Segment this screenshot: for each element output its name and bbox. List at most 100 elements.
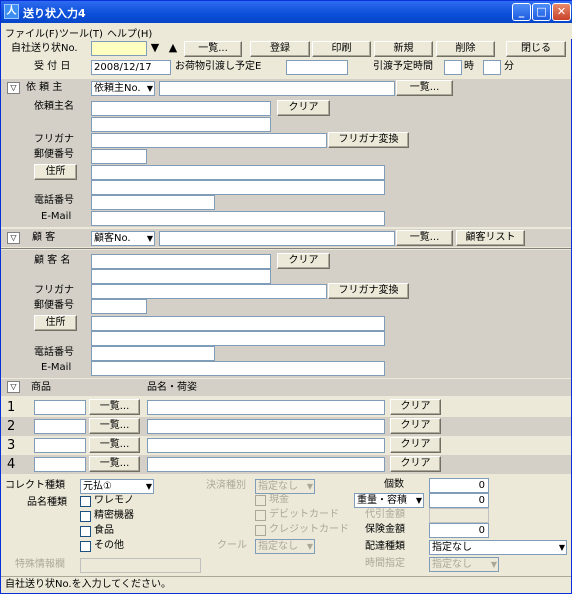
customer-address2-input[interactable]: [91, 331, 385, 346]
customer-no-select[interactable]: 顧客No.: [91, 231, 155, 246]
client-no-select[interactable]: 依頼主No.: [91, 81, 155, 96]
cool-select[interactable]: 指定なし: [255, 539, 315, 554]
precision-checkbox[interactable]: [80, 511, 91, 522]
close-window-button[interactable]: ✕: [552, 3, 571, 21]
special-info-input[interactable]: [80, 558, 201, 573]
cod-amount-input[interactable]: [429, 508, 489, 523]
client-address1-input[interactable]: [91, 165, 385, 180]
item-code-input[interactable]: [34, 419, 86, 434]
item-name-input[interactable]: [147, 457, 385, 472]
item-list-button[interactable]: 一覧...: [89, 418, 140, 434]
cash-checkbox[interactable]: [255, 495, 266, 506]
delete-button[interactable]: 削除: [436, 41, 495, 57]
items-collapse-toggle[interactable]: ▽: [7, 381, 20, 393]
item-clear-button[interactable]: クリア: [390, 437, 441, 453]
received-date-input[interactable]: 2008/12/17: [91, 60, 171, 75]
client-kana-input[interactable]: [91, 133, 327, 148]
customer-name-input[interactable]: [91, 254, 271, 269]
item-clear-button[interactable]: クリア: [390, 456, 441, 472]
menu-help[interactable]: ヘルプ(H): [107, 25, 152, 40]
item-code-input[interactable]: [34, 457, 86, 472]
status-text: 自社送り状No.を入力してください。: [5, 579, 172, 590]
received-date-label: 受 付 日: [34, 61, 71, 72]
register-button[interactable]: 登録: [250, 41, 310, 57]
item-list-button[interactable]: 一覧...: [89, 456, 140, 472]
item-list-button[interactable]: 一覧...: [89, 437, 140, 453]
customer-clear-button[interactable]: クリア: [277, 253, 330, 269]
insurance-amount-input[interactable]: 0: [429, 523, 489, 538]
menu-tools[interactable]: ツール(T): [59, 25, 103, 40]
weight-volume-input[interactable]: 0: [429, 493, 489, 508]
maximize-button[interactable]: □: [532, 3, 551, 21]
prev-arrow-button[interactable]: ▲: [165, 41, 181, 57]
customer-address-button[interactable]: 住所: [34, 315, 77, 331]
handover-minute-input[interactable]: [483, 60, 501, 75]
customer-list-button[interactable]: 一覧...: [396, 230, 453, 246]
slip-list-button[interactable]: 一覧...: [184, 41, 242, 57]
client-kana-convert-button[interactable]: フリガナ変換: [328, 132, 409, 148]
client-zip-label: 郵便番号: [34, 149, 74, 160]
client-no-input[interactable]: [159, 81, 395, 96]
item-list-button[interactable]: 一覧...: [89, 399, 140, 415]
payment-type-select[interactable]: 指定なし: [255, 479, 315, 494]
count-label: 個数: [384, 479, 404, 490]
client-collapse-toggle[interactable]: ▽: [7, 82, 20, 94]
customer-phone-input[interactable]: [91, 346, 215, 361]
close-button[interactable]: 閉じる: [506, 41, 566, 57]
item-name-input[interactable]: [147, 419, 385, 434]
customer-email-input[interactable]: [91, 361, 385, 376]
menu-file[interactable]: ファイル(F): [5, 25, 59, 40]
count-input[interactable]: 0: [429, 478, 489, 493]
credit-checkbox[interactable]: [255, 525, 266, 536]
client-list-button[interactable]: 一覧...: [396, 80, 453, 96]
next-arrow-button[interactable]: ▼: [147, 41, 163, 57]
customer-no-input[interactable]: [159, 231, 395, 246]
customer-kana-label: フリガナ: [34, 285, 74, 296]
item-code-input[interactable]: [34, 438, 86, 453]
food-checkbox[interactable]: [80, 526, 91, 537]
new-button[interactable]: 新規: [374, 41, 433, 57]
customer-collapse-toggle[interactable]: ▽: [7, 232, 20, 244]
fragile-checkbox[interactable]: [80, 496, 91, 507]
client-email-input[interactable]: [91, 211, 385, 226]
customer-phone-label: 電話番号: [34, 347, 74, 358]
fragile-label: ワレモノ: [94, 495, 134, 506]
slip-no-label: 自社送り状No.: [11, 43, 78, 54]
client-address2-input[interactable]: [91, 180, 385, 195]
debit-label: デビットカード: [269, 509, 339, 520]
delivery-type-select[interactable]: 指定なし: [429, 540, 567, 555]
client-name2-input[interactable]: [91, 117, 271, 132]
collect-type-select[interactable]: 元払①: [80, 479, 154, 494]
print-button[interactable]: 印刷: [312, 41, 371, 57]
special-info-label: 特殊情報欄: [15, 559, 65, 570]
minimize-button[interactable]: _: [512, 3, 531, 21]
item-clear-button[interactable]: クリア: [390, 399, 441, 415]
customer-name2-input[interactable]: [91, 269, 271, 284]
client-address-button[interactable]: 住所: [34, 164, 77, 180]
item-name-input[interactable]: [147, 400, 385, 415]
other-checkbox[interactable]: [80, 541, 91, 552]
time-spec-select[interactable]: 指定なし: [429, 557, 499, 572]
title-bar: 人 送り状入力4 _ □ ✕: [1, 1, 572, 23]
weight-volume-select[interactable]: 重量・容積: [354, 493, 424, 508]
customer-zip-input[interactable]: [91, 299, 147, 314]
item-code-input[interactable]: [34, 400, 86, 415]
slip-no-input[interactable]: [91, 41, 147, 56]
client-name-input[interactable]: [91, 101, 271, 116]
client-phone-input[interactable]: [91, 195, 215, 210]
client-zip-input[interactable]: [91, 149, 147, 164]
insurance-amount-label: 保険金額: [365, 524, 405, 535]
delivery-type-label: 配達種類: [365, 541, 405, 552]
customer-panel: [1, 250, 571, 378]
handover-hour-input[interactable]: [444, 60, 462, 75]
handover-date-input[interactable]: [286, 60, 348, 75]
client-name-label: 依頼主名: [34, 101, 74, 112]
item-clear-button[interactable]: クリア: [390, 418, 441, 434]
item-name-input[interactable]: [147, 438, 385, 453]
debit-checkbox[interactable]: [255, 510, 266, 521]
customer-address1-input[interactable]: [91, 316, 385, 331]
customer-list-report-button[interactable]: 顧客リスト: [456, 230, 525, 246]
customer-kana-input[interactable]: [91, 284, 327, 299]
client-clear-button[interactable]: クリア: [277, 100, 330, 116]
customer-kana-convert-button[interactable]: フリガナ変換: [328, 283, 409, 299]
